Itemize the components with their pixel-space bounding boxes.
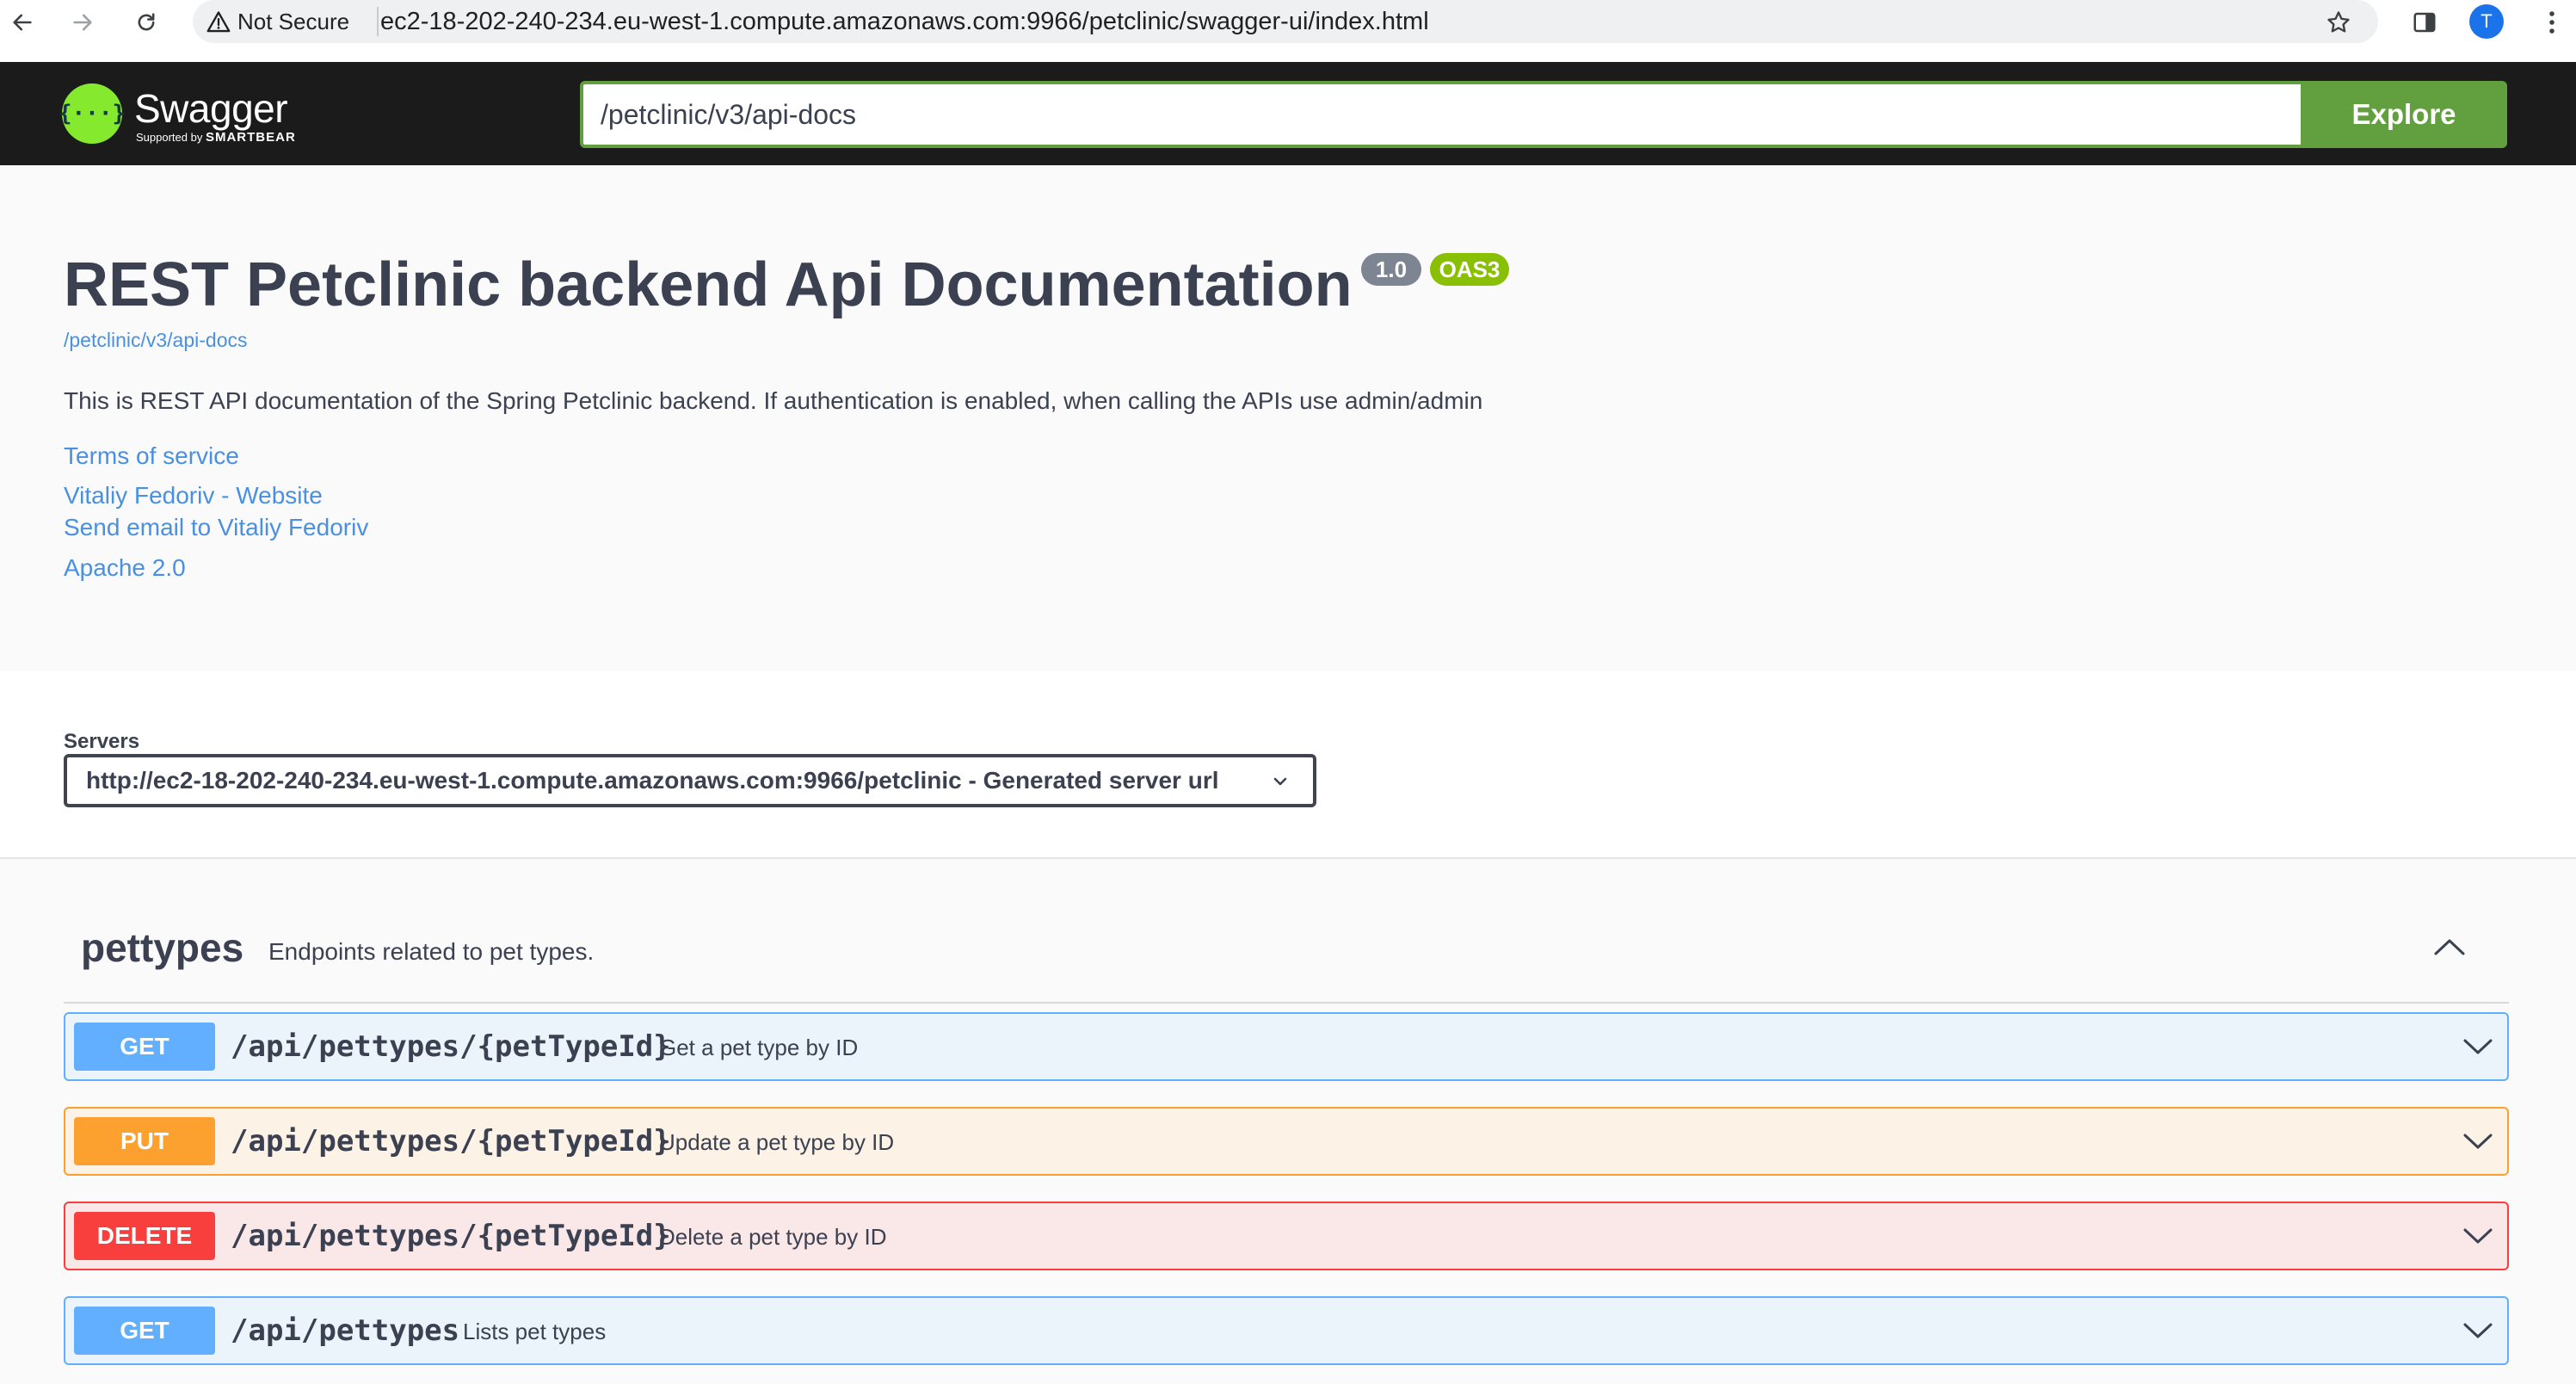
terms-of-service-link[interactable]: Terms of service (64, 442, 239, 470)
servers-selected-value: http://ec2-18-202-240-234.eu-west-1.comp… (86, 767, 1219, 794)
oas-badge: OAS3 (1430, 253, 1509, 286)
url-text[interactable]: ec2-18-202-240-234.eu-west-1.compute.ama… (380, 0, 1429, 43)
kebab-menu-icon (2549, 11, 2554, 34)
supported-by-text: Supported by (136, 131, 203, 144)
chevron-down-icon (1273, 777, 1287, 786)
expand-operation-button[interactable] (2461, 1128, 2495, 1155)
operation-get-pettype[interactable]: GET /api/pettypes/{petTypeId} Get a pet … (64, 1012, 2509, 1081)
servers-section: Servers http://ec2-18-202-240-234.eu-wes… (0, 671, 2576, 859)
spec-url-input[interactable]: /petclinic/v3/api-docs (580, 81, 2301, 148)
explore-button[interactable]: Explore (2301, 81, 2507, 148)
api-description: This is REST API documentation of the Sp… (64, 387, 1483, 414)
chevron-up-icon (2434, 939, 2465, 955)
version-badge: 1.0 (1361, 253, 1421, 286)
tag-name: pettypes (81, 925, 244, 970)
smartbear-brand: SMARTBEAR (205, 130, 296, 145)
side-panel-icon (2413, 12, 2436, 33)
swagger-logo-icon: {···} (59, 83, 126, 144)
method-badge: GET (74, 1023, 215, 1071)
swagger-wordmark: Swagger (134, 86, 288, 131)
bookmark-button[interactable] (2320, 3, 2357, 41)
side-panel-button[interactable] (2406, 3, 2444, 41)
chevron-down-icon (2463, 1039, 2493, 1054)
contact-email-link[interactable]: Send email to Vitaliy Fedoriv (64, 514, 368, 541)
operations-section: pettypes Endpoints related to pet types.… (0, 859, 2576, 1384)
method-badge: DELETE (74, 1212, 215, 1260)
chevron-down-icon (2463, 1134, 2493, 1149)
method-badge: GET (74, 1307, 215, 1355)
servers-select[interactable]: http://ec2-18-202-240-234.eu-west-1.comp… (64, 754, 1316, 807)
expand-operation-button[interactable] (2461, 1317, 2495, 1344)
arrow-right-icon (73, 14, 92, 31)
reload-icon (138, 13, 155, 31)
url-separator (377, 7, 379, 36)
security-label: Not Secure (237, 8, 350, 34)
contact-website-link[interactable]: Vitaliy Fedoriv - Website (64, 482, 323, 510)
expand-operation-button[interactable] (2461, 1033, 2495, 1060)
tag-collapse-button[interactable] (2428, 930, 2471, 964)
swagger-logo-text: Swagger Supported by SMARTBEAR (134, 83, 315, 145)
address-bar[interactable]: Not Secure ec2-18-202-240-234.eu-west-1.… (193, 0, 2378, 43)
license-link[interactable]: Apache 2.0 (64, 554, 186, 582)
expand-operation-button[interactable] (2461, 1222, 2495, 1250)
operation-summary: Lists pet types (463, 1319, 607, 1344)
operation-delete-pettype[interactable]: DELETE /api/pettypes/{petTypeId} Delete … (64, 1202, 2509, 1270)
swagger-logo[interactable]: {···} Swagger Supported by SMARTBEAR (59, 77, 315, 150)
chevron-down-icon (2463, 1228, 2493, 1244)
warning-triangle-icon (206, 11, 231, 33)
smartbear-tagline: Supported by SMARTBEAR (136, 130, 296, 145)
operation-list-pettypes[interactable]: GET /api/pettypes Lists pet types (64, 1296, 2509, 1365)
star-icon (2327, 11, 2350, 33)
servers-label: Servers (64, 730, 140, 753)
browser-toolbar: Not Secure ec2-18-202-240-234.eu-west-1.… (0, 0, 2576, 62)
tag-header-pettypes[interactable]: pettypes Endpoints related to pet types. (64, 893, 2509, 1004)
chevron-down-icon (2463, 1323, 2493, 1338)
method-badge: PUT (74, 1117, 215, 1165)
operation-summary: Update a pet type by ID (659, 1129, 895, 1155)
profile-avatar[interactable]: T (2469, 4, 2504, 39)
operation-summary: Get a pet type by ID (659, 1035, 859, 1060)
swagger-topbar: {···} Swagger Supported by SMARTBEAR /pe… (0, 62, 2576, 165)
browser-menu-button[interactable] (2533, 3, 2571, 41)
operation-summary: Delete a pet type by ID (659, 1224, 887, 1250)
forward-button[interactable] (65, 5, 100, 40)
operation-path: /api/pettypes/{petTypeId} (231, 1029, 671, 1064)
security-indicator[interactable]: Not Secure (206, 0, 349, 43)
page-title: REST Petclinic backend Api Documentation (64, 250, 1353, 319)
operation-path: /api/pettypes (231, 1313, 460, 1348)
operation-put-pettype[interactable]: PUT /api/pettypes/{petTypeId} Update a p… (64, 1107, 2509, 1176)
arrow-left-icon (13, 14, 32, 31)
tag-description: Endpoints related to pet types. (268, 938, 595, 965)
operation-path: /api/pettypes/{petTypeId} (231, 1124, 671, 1158)
reload-button[interactable] (129, 5, 163, 40)
back-button[interactable] (5, 5, 40, 40)
operation-path: /api/pettypes/{petTypeId} (231, 1219, 671, 1253)
api-info-section: REST Petclinic backend Api Documentation… (0, 165, 2576, 671)
spec-url-link[interactable]: /petclinic/v3/api-docs (64, 329, 248, 352)
